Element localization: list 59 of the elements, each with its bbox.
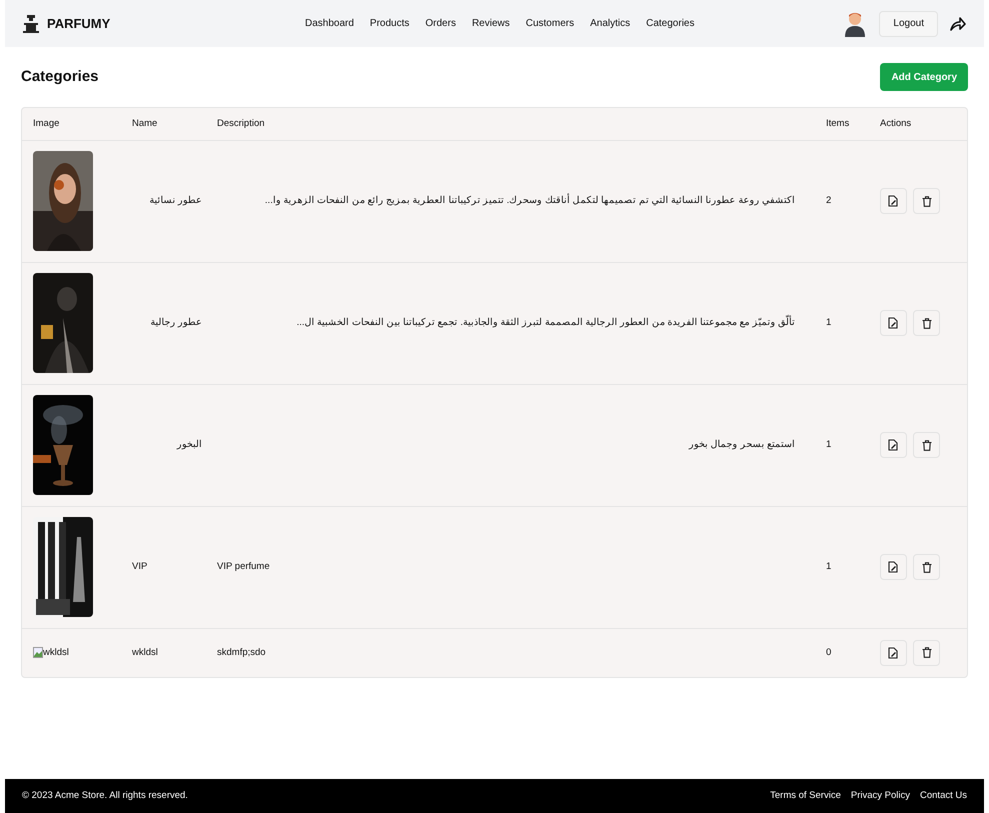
column-header: Description xyxy=(217,118,265,129)
items-count: 1 xyxy=(826,560,832,572)
copyright-text: © 2023 Acme Store. All rights reserved. xyxy=(22,788,188,803)
category-description: skdmfp;sdo xyxy=(217,646,266,658)
brand-name: PARFUMY xyxy=(47,14,110,33)
category-name: wkldsl xyxy=(132,646,158,658)
nav-link[interactable]: Customers xyxy=(526,16,574,31)
trash-icon xyxy=(922,562,932,572)
edit-button[interactable] xyxy=(880,310,907,336)
perfume-bottle-icon xyxy=(23,14,39,32)
delete-button[interactable] xyxy=(913,310,940,336)
footer-link[interactable]: Privacy Policy xyxy=(850,788,910,804)
delete-button[interactable] xyxy=(913,432,940,458)
broken-image-icon xyxy=(33,647,43,658)
edit-button[interactable] xyxy=(880,432,907,458)
avatar-icon xyxy=(843,10,868,36)
edit-icon xyxy=(888,561,899,573)
column-header: Actions xyxy=(880,118,912,129)
items-count: 0 xyxy=(826,646,832,658)
items-count: 1 xyxy=(826,438,832,450)
edit-button[interactable] xyxy=(880,554,907,580)
category-name: عطور نسائية xyxy=(149,194,202,206)
trash-icon xyxy=(922,440,932,450)
footer-link[interactable]: Terms of Service xyxy=(770,788,841,804)
nav-link[interactable]: Orders xyxy=(425,16,456,31)
image-alt-text: wkldsl xyxy=(43,646,69,660)
footer-link[interactable]: Contact Us xyxy=(920,788,967,804)
edit-icon xyxy=(888,439,899,451)
edit-button[interactable] xyxy=(880,188,907,214)
category-name: VIP xyxy=(132,560,148,572)
items-count: 1 xyxy=(826,316,832,328)
trash-icon xyxy=(922,196,932,206)
nav-link[interactable]: Categories xyxy=(646,16,694,31)
category-description: VIP perfume xyxy=(217,560,270,572)
nav-link[interactable]: Dashboard xyxy=(305,16,354,31)
category-description: اكتشفي روعة عطورنا النسائية التي تم تصميمها لتكمل أناقتك وسحرك. تتميز تركيباتنا العطرية بمزيج رائع من النفحات الزهرية وا... xyxy=(264,194,795,206)
nav-link[interactable]: Reviews xyxy=(472,16,510,31)
category-name: البخور xyxy=(177,438,202,450)
nav-link[interactable]: Products xyxy=(370,16,410,31)
column-header: Name xyxy=(132,118,158,129)
edit-button[interactable] xyxy=(880,640,907,666)
category-name: عطور رجالية xyxy=(150,316,202,328)
column-header: Items xyxy=(826,118,850,129)
category-description: استمتع بسحر وجمال بخور xyxy=(689,438,795,450)
edit-icon xyxy=(888,195,899,207)
trash-icon xyxy=(922,318,932,328)
delete-button[interactable] xyxy=(913,554,940,580)
nav-link[interactable]: Analytics xyxy=(590,16,630,31)
delete-button[interactable] xyxy=(913,640,940,666)
edit-icon xyxy=(888,317,899,329)
share-arrow-icon[interactable] xyxy=(950,16,966,30)
trash-icon xyxy=(922,647,932,658)
edit-icon xyxy=(888,646,899,659)
items-count: 2 xyxy=(826,194,832,206)
logout-button[interactable]: Logout xyxy=(879,10,938,36)
column-header: Image xyxy=(33,118,60,129)
delete-button[interactable] xyxy=(913,188,940,214)
page-title: Categories xyxy=(21,66,99,87)
category-description: تألّق وتميّز مع مجموعتنا الفريدة من العطور الرجالية المصممة لتبرز الثقة والجاذبية. تجمع تركيباتنا بين النفحات الخشبية ال... xyxy=(296,316,795,328)
